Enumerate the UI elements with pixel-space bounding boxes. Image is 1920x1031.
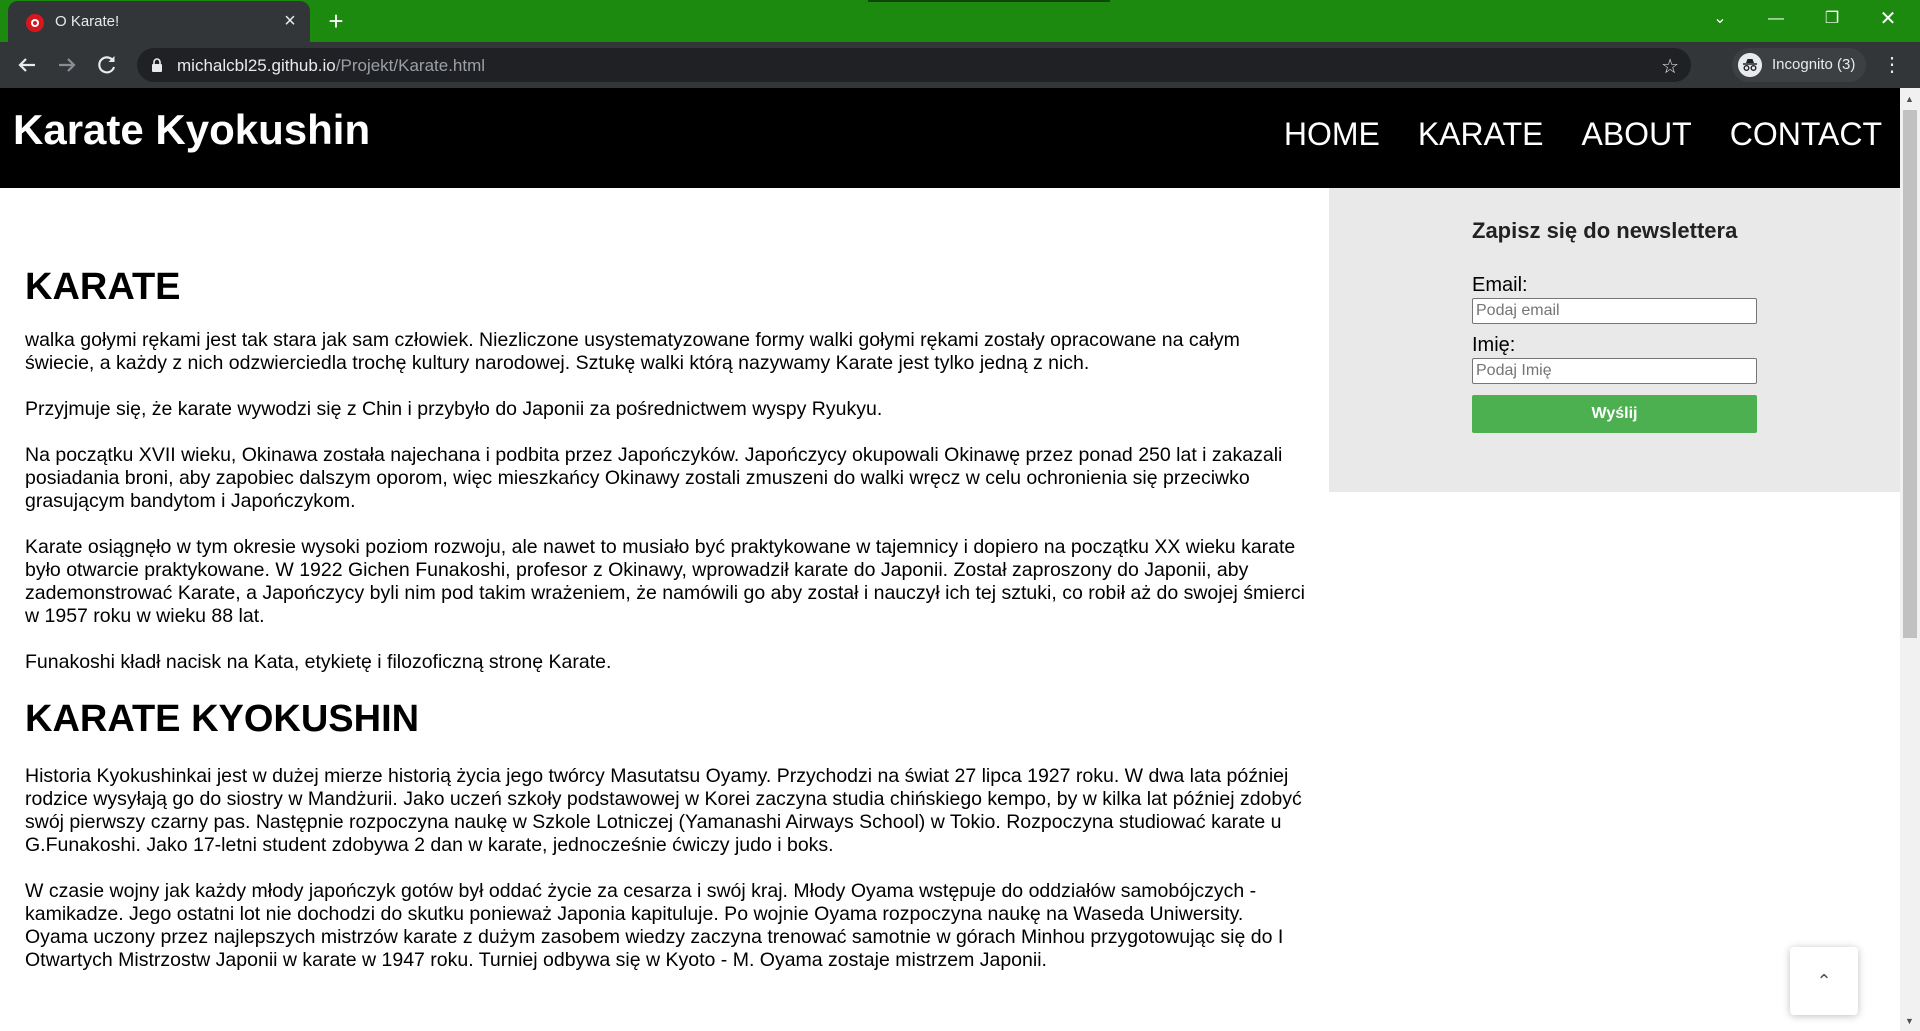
incognito-label: Incognito (3)	[1772, 56, 1856, 73]
url-host: michalcbl25.github.io	[177, 56, 336, 75]
section-title-karate: KARATE	[25, 266, 181, 308]
nav-home-link[interactable]: HOME	[1284, 116, 1380, 153]
incognito-icon	[1738, 53, 1762, 77]
chevron-up-icon: ⌃	[1816, 971, 1832, 991]
main-nav: HOME KARATE ABOUT CONTACT	[1246, 116, 1882, 153]
browser-toolbar: michalcbl25.github.io/Projekt/Karate.htm…	[0, 42, 1920, 88]
browser-tab-bar: O Karate! × + ⌄ — ❐ ✕	[0, 0, 1920, 42]
new-tab-plus-icon[interactable]: +	[322, 7, 350, 35]
nav-contact-link[interactable]: CONTACT	[1730, 116, 1882, 153]
window-close-icon[interactable]: ✕	[1860, 0, 1916, 38]
forward-arrow-icon[interactable]	[53, 51, 81, 79]
bookmark-star-icon[interactable]: ☆	[1661, 54, 1679, 79]
email-label: Email:	[1472, 274, 1528, 296]
url-path: /Projekt/Karate.html	[335, 56, 486, 75]
reload-icon[interactable]	[93, 51, 121, 79]
scrollbar-thumb[interactable]	[1903, 110, 1917, 638]
article-paragraph: Przyjmuje się, że karate wywodzi się z C…	[25, 398, 883, 420]
name-label: Imię:	[1472, 334, 1516, 356]
newsletter-panel: Zapisz się do newslettera Email: Imię: W…	[1329, 188, 1900, 492]
article-paragraph: W czasie wojny jak każdy młody japończyk…	[25, 880, 1284, 971]
minimize-icon[interactable]: —	[1748, 0, 1804, 38]
submit-button[interactable]: Wyślij	[1472, 395, 1757, 433]
section-title-kyokushin: KARATE KYOKUSHIN	[25, 698, 420, 740]
article-paragraph: walka gołymi rękami jest tak stara jak s…	[25, 329, 1240, 374]
site-brand[interactable]: Karate Kyokushin	[13, 106, 370, 154]
kebab-menu-icon[interactable]: ⋮	[1882, 52, 1902, 78]
article-paragraph: Historia Kyokushinkai jest w dużej mierz…	[25, 765, 1302, 856]
back-to-top-button[interactable]: ⌃	[1790, 947, 1858, 1015]
article-paragraph: Karate osiągnęło w tym okresie wysoki po…	[25, 536, 1305, 627]
scroll-down-icon[interactable]: ▼	[1905, 1016, 1914, 1026]
page-viewport: Karate Kyokushin HOME KARATE ABOUT CONTA…	[0, 88, 1900, 1031]
tab-search-indicator	[868, 0, 1110, 2]
page-scrollbar[interactable]: ▲ ▼	[1900, 88, 1920, 1031]
scroll-up-icon[interactable]: ▲	[1905, 94, 1914, 104]
tab-search-chevron-icon[interactable]: ⌄	[1692, 0, 1748, 38]
incognito-badge[interactable]: Incognito (3)	[1732, 48, 1866, 82]
restore-icon[interactable]: ❐	[1804, 0, 1860, 38]
article-paragraph: Funakoshi kładł nacisk na Kata, etykietę…	[25, 651, 612, 673]
lock-icon[interactable]	[151, 58, 163, 72]
site-header: Karate Kyokushin HOME KARATE ABOUT CONTA…	[0, 88, 1900, 188]
email-field[interactable]	[1472, 298, 1757, 324]
article-paragraph: Na początku XVII wieku, Okinawa została …	[25, 444, 1283, 512]
nav-karate-link[interactable]: KARATE	[1418, 116, 1544, 153]
nav-about-link[interactable]: ABOUT	[1581, 116, 1691, 153]
address-bar[interactable]: michalcbl25.github.io/Projekt/Karate.htm…	[137, 48, 1691, 82]
url-text[interactable]: michalcbl25.github.io/Projekt/Karate.htm…	[177, 56, 485, 76]
back-arrow-icon[interactable]	[13, 51, 41, 79]
tab-title: O Karate!	[55, 13, 120, 30]
article-content: KARATE walka gołymi rękami jest tak star…	[25, 188, 1305, 995]
karate-favicon-icon	[26, 14, 44, 32]
tab-close-icon[interactable]: ×	[278, 9, 302, 33]
name-field[interactable]	[1472, 358, 1757, 384]
newsletter-title: Zapisz się do newslettera	[1472, 218, 1738, 243]
browser-tab-active[interactable]: O Karate! ×	[8, 1, 310, 42]
